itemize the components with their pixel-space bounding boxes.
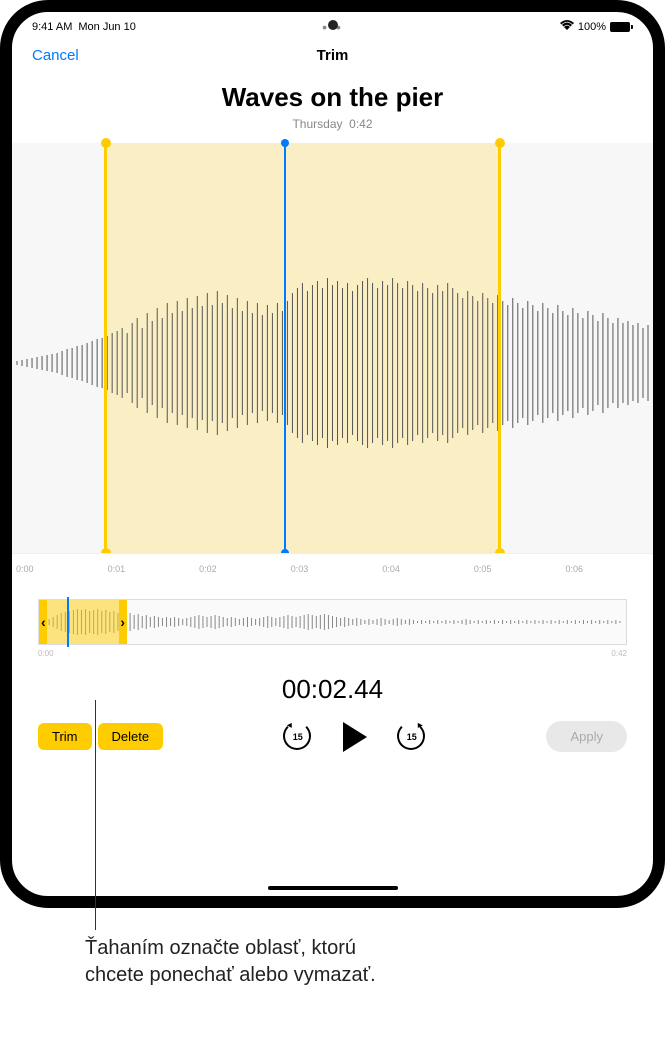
skip-back-icon: ◂ xyxy=(287,720,292,731)
trim-button[interactable]: Trim xyxy=(38,723,92,750)
callout-line xyxy=(95,700,96,930)
skip-back-button[interactable]: 15 ◂ xyxy=(283,722,313,752)
chevron-left-icon[interactable]: ‹ xyxy=(41,614,46,630)
home-indicator[interactable] xyxy=(268,886,398,890)
play-button[interactable] xyxy=(343,722,367,752)
playhead[interactable] xyxy=(284,143,286,553)
controls-row: Trim Delete 15 ◂ 15 ▸ Apply xyxy=(12,721,653,772)
status-time: 9:41 AM xyxy=(32,21,72,33)
skip-forward-label: 15 xyxy=(407,732,417,742)
overview-start-time: 0:00 xyxy=(38,649,54,658)
overview-waveform-graphic xyxy=(39,607,626,637)
cancel-button[interactable]: Cancel xyxy=(32,47,79,64)
waveform-main[interactable]: 0:00 0:01 0:02 0:03 0:04 0:05 0:06 xyxy=(12,143,653,583)
ruler-tick: 0:04 xyxy=(378,564,470,574)
ruler-tick: 0:05 xyxy=(470,564,562,574)
overview-trim-selection[interactable]: ‹ › xyxy=(39,600,127,644)
wifi-icon xyxy=(560,20,574,33)
overview-playhead[interactable] xyxy=(67,597,69,647)
skip-forward-icon: ▸ xyxy=(418,720,423,731)
apply-button[interactable]: Apply xyxy=(546,721,627,752)
waveform-graphic xyxy=(12,263,653,463)
ruler-tick: 0:06 xyxy=(561,564,653,574)
time-ruler: 0:00 0:01 0:02 0:03 0:04 0:05 0:06 xyxy=(12,553,653,583)
trim-handle-left[interactable] xyxy=(104,143,107,553)
callout-text: Ťahaním označte oblasť, ktorú chcete pon… xyxy=(85,935,405,989)
waveform-overview[interactable]: ‹ › xyxy=(38,599,627,645)
skip-forward-button[interactable]: 15 ▸ xyxy=(397,722,427,752)
recording-header: Waves on the pier Thursday 0:42 xyxy=(12,74,653,143)
skip-back-label: 15 xyxy=(293,732,303,742)
delete-button[interactable]: Delete xyxy=(98,723,164,750)
recording-duration: 0:42 xyxy=(349,117,372,131)
nav-title: Trim xyxy=(317,47,349,64)
ruler-tick: 0:00 xyxy=(12,564,104,574)
battery-percent: 100% xyxy=(578,21,606,33)
recording-day: Thursday xyxy=(292,117,342,131)
chevron-right-icon[interactable]: › xyxy=(120,614,125,630)
trim-handle-right[interactable] xyxy=(498,143,501,553)
status-date: Mon Jun 10 xyxy=(78,21,135,33)
ruler-tick: 0:01 xyxy=(104,564,196,574)
camera-notch xyxy=(328,20,338,30)
recording-title: Waves on the pier xyxy=(12,82,653,113)
battery-icon xyxy=(610,22,633,32)
overview-end-time: 0:42 xyxy=(611,649,627,658)
nav-bar: Cancel Trim xyxy=(12,37,653,74)
ipad-frame: 9:41 AM Mon Jun 10 ••• 100% Cancel Trim … xyxy=(0,0,665,908)
current-timecode: 00:02.44 xyxy=(12,674,653,705)
overview-ruler: 0:00 0:42 xyxy=(38,649,627,658)
recording-meta: Thursday 0:42 xyxy=(12,117,653,131)
ruler-tick: 0:03 xyxy=(287,564,379,574)
ruler-tick: 0:02 xyxy=(195,564,287,574)
